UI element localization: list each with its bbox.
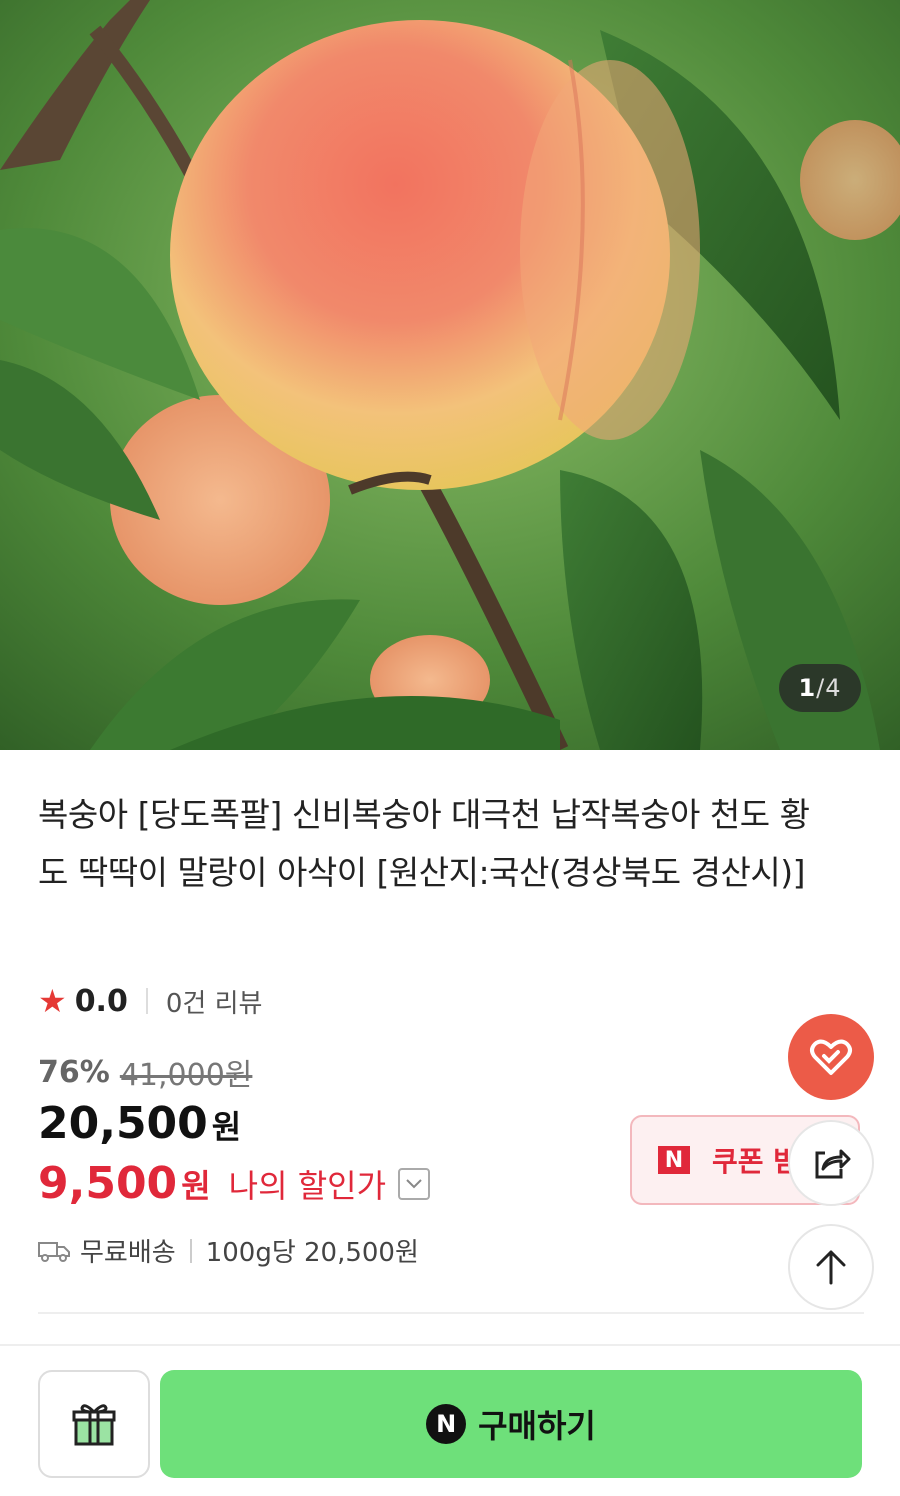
shipping-label: 무료배송 [80, 1238, 176, 1268]
rating-score: 0.0 [74, 983, 128, 1019]
divider [145, 988, 148, 1014]
star-icon: ★ [38, 982, 67, 1020]
counter-current: 1 [798, 674, 817, 702]
scroll-top-button[interactable] [788, 1224, 874, 1310]
unit-price: 100g당 20,500원 [205, 1238, 419, 1268]
counter-separator: / [816, 674, 826, 702]
peach-photo [0, 0, 900, 750]
original-price: 41,000원 [119, 1058, 253, 1093]
my-price-label: 나의 할인가 [228, 1166, 387, 1205]
product-image[interactable]: 1 / 4 [0, 0, 900, 750]
wishlist-button[interactable] [788, 1014, 874, 1100]
buy-label: 구매하기 [478, 1407, 596, 1445]
my-price: 9,500 [38, 1158, 178, 1209]
arrow-up-icon [815, 1249, 847, 1285]
original-price-row: 76% 41,000원 [38, 1050, 252, 1094]
discount-percent: 76% [38, 1054, 110, 1090]
chevron-down-icon[interactable] [398, 1167, 431, 1200]
coupon-label: 쿠폰 받 [712, 1145, 800, 1178]
naver-n-icon: N [658, 1146, 690, 1174]
counter-total: 4 [825, 674, 842, 702]
buy-button[interactable]: N 구매하기 [160, 1370, 862, 1478]
section-divider [38, 1312, 864, 1314]
image-counter: 1 / 4 [779, 664, 861, 712]
sale-price-row: 20,500 원 [38, 1098, 241, 1149]
naver-pay-icon: N [426, 1404, 467, 1444]
share-icon [811, 1143, 851, 1183]
gift-icon [70, 1400, 118, 1448]
review-count[interactable]: 0건 리뷰 [166, 983, 263, 1020]
my-price-unit: 원 [181, 1166, 211, 1205]
truck-icon [38, 1239, 70, 1263]
product-title: 복숭아 [당도폭팔] 신비복숭아 대극천 납작복숭아 천도 황도 딱딱이 말랑이… [38, 795, 810, 892]
rating-row[interactable]: ★ 0.0 0건 리뷰 [38, 980, 262, 1022]
bottom-bar-divider [0, 1344, 900, 1346]
sale-price-unit: 원 [211, 1108, 242, 1146]
divider [189, 1238, 192, 1263]
shipping-row: 무료배송 100g당 20,500원 [38, 1232, 419, 1269]
share-button[interactable] [788, 1120, 874, 1206]
heart-icon [809, 1037, 853, 1077]
sale-price: 20,500 [38, 1098, 208, 1149]
my-discount-row[interactable]: 9,500 원 나의 할인가 [38, 1158, 431, 1209]
gift-button[interactable] [38, 1370, 150, 1478]
